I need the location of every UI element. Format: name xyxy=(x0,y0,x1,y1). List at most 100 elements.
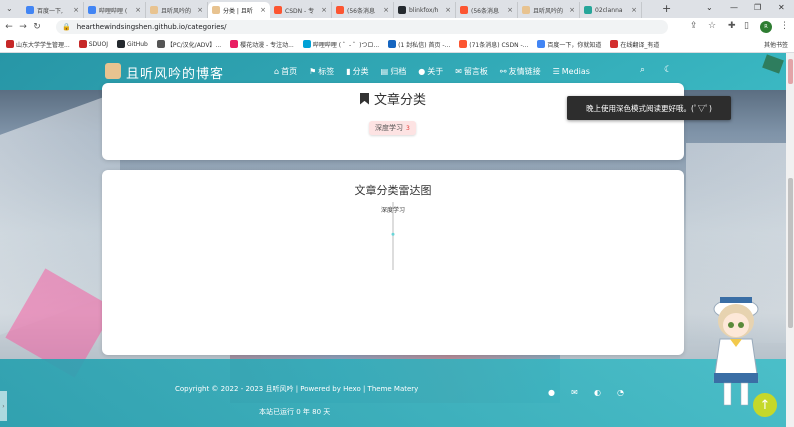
tab-9[interactable]: 02clanna × xyxy=(580,2,642,18)
tab-1[interactable]: 哔哩哔哩 (× xyxy=(84,2,146,18)
dark-mode-icon[interactable]: ☾ xyxy=(664,65,672,75)
bookmark-item[interactable]: SDUOJ xyxy=(78,40,108,48)
qq-icon[interactable]: ◐ xyxy=(592,387,603,398)
bookmark-item[interactable]: (1 封私信) 首页 -... xyxy=(388,40,450,49)
tab-title[interactable]: 哔哩哔哩 ( xyxy=(99,6,132,15)
github-icon[interactable]: ● xyxy=(546,387,557,398)
tab-title[interactable]: 分类 | 且听 xyxy=(223,6,257,15)
nav-label[interactable]: Medias xyxy=(562,67,590,76)
tab-title[interactable]: 且听风吟的 xyxy=(161,6,194,15)
bookmark-item[interactable]: 【PC/汉化/ADV】... xyxy=(156,40,221,49)
bookmark-label[interactable]: 百度一下，你就知道 xyxy=(547,40,601,49)
close-tab-icon[interactable]: × xyxy=(507,6,513,14)
minimize-icon[interactable]: — xyxy=(730,3,738,12)
nav-item-0[interactable]: ⌂ 首页 xyxy=(274,66,297,77)
nav-item-7[interactable]: ☰ Medias xyxy=(553,66,590,77)
close-tab-icon[interactable]: × xyxy=(260,6,266,14)
close-tab-icon[interactable]: × xyxy=(135,6,141,14)
rss-icon[interactable]: ◔ xyxy=(615,387,626,398)
bookmark-item[interactable]: 哔哩哔哩 ( ゜- ゜)つロ... xyxy=(302,40,379,49)
bookmark-label[interactable]: GitHub xyxy=(127,41,148,48)
bookmark-label[interactable]: (71条消息) CSDN -... xyxy=(469,40,528,49)
nav-label[interactable]: 首页 xyxy=(281,66,297,77)
bookmark-label[interactable]: (1 封私信) 首页 -... xyxy=(398,40,450,49)
close-tab-icon[interactable]: × xyxy=(321,6,327,14)
search-icon[interactable]: ⌕ xyxy=(640,65,645,75)
bookmark-label[interactable]: 【PC/汉化/ADV】... xyxy=(167,40,221,49)
nav-label[interactable]: 留言板 xyxy=(464,66,488,77)
menu-icon[interactable]: ⋮ xyxy=(780,21,789,31)
tab-3[interactable]: 分类 | 且听 × xyxy=(208,2,270,18)
category-name[interactable]: 深度学习 xyxy=(375,123,403,133)
maximize-icon[interactable]: ❐ xyxy=(754,3,761,12)
tab-title[interactable]: blinkfox/h xyxy=(409,7,442,14)
bookmark-label[interactable]: 在线翻译_有道 xyxy=(620,40,659,49)
mail-icon[interactable]: ✉ xyxy=(569,387,580,398)
address-bar[interactable]: 🔒 hearthewindsingshen.github.io/categori… xyxy=(56,20,668,34)
close-tab-icon[interactable]: × xyxy=(383,6,389,14)
left-arrow-icon[interactable]: › xyxy=(0,391,7,421)
tab-4[interactable]: CSDN - 专 × xyxy=(270,2,332,18)
tab-6[interactable]: blinkfox/h × xyxy=(394,2,456,18)
tab-title[interactable]: 且听风吟的 xyxy=(533,6,566,15)
close-tab-icon[interactable]: × xyxy=(631,6,637,14)
tab-5[interactable]: (56条消息 × xyxy=(332,2,394,18)
github-corner[interactable] xyxy=(762,54,784,74)
nav-item-1[interactable]: ⚑ 标签 xyxy=(309,66,334,77)
bookmark-label[interactable]: 樱花动漫 - 专注动... xyxy=(240,40,294,49)
bookmark-item[interactable]: (71条消息) CSDN -... xyxy=(459,40,528,49)
nav-label[interactable]: 关于 xyxy=(427,66,443,77)
category-chip[interactable]: 深度学习 3 xyxy=(369,121,416,135)
share-icon[interactable]: ⇪ xyxy=(690,21,698,31)
nav-label[interactable]: 归档 xyxy=(390,66,406,77)
nav-label[interactable]: 友情链接 xyxy=(509,66,541,77)
nav-item-6[interactable]: ⚯ 友情链接 xyxy=(500,66,541,77)
bookmark-item[interactable]: 百度一下，你就知道 xyxy=(537,40,601,49)
other-bookmarks[interactable]: 其他书签 xyxy=(764,40,788,49)
bookmark-item[interactable]: 樱花动漫 - 专注动... xyxy=(230,40,294,49)
extensions-icon[interactable]: ✚ xyxy=(728,21,736,31)
tab-0[interactable]: 百度一下, × xyxy=(22,2,84,18)
tab-title[interactable]: (56条消息 xyxy=(471,6,504,15)
close-tab-icon[interactable]: × xyxy=(73,6,79,14)
tab-search-icon[interactable]: ⌄ xyxy=(6,4,13,13)
bookmark-item[interactable]: GitHub xyxy=(117,40,148,48)
tab-8[interactable]: 且听风吟的 × xyxy=(518,2,580,18)
tab-7[interactable]: (56条消息 × xyxy=(456,2,518,18)
reload-icon[interactable]: ↻ xyxy=(30,22,44,32)
new-tab-button[interactable]: + xyxy=(662,2,671,15)
bookmark-label[interactable]: 山东大学学生管理... xyxy=(16,40,70,49)
bookmark-item[interactable]: 山东大学学生管理... xyxy=(6,40,70,49)
back-icon[interactable]: ← xyxy=(2,22,16,32)
nav-item-3[interactable]: ▤ 归档 xyxy=(381,66,407,77)
forward-icon[interactable]: → xyxy=(16,22,30,32)
star-icon[interactable]: ☆ xyxy=(708,21,716,31)
close-window-icon[interactable]: ✕ xyxy=(778,3,785,12)
bookmark-label[interactable]: SDUOJ xyxy=(89,41,108,48)
tab-title[interactable]: 百度一下, xyxy=(37,6,70,15)
profile-avatar[interactable]: R xyxy=(760,21,772,33)
close-tab-icon[interactable]: × xyxy=(445,6,451,14)
back-to-top-button[interactable]: ↑ xyxy=(753,393,777,417)
site-logo[interactable] xyxy=(105,63,121,79)
close-tab-icon[interactable]: × xyxy=(569,6,575,14)
sidepanel-icon[interactable]: ▯ xyxy=(744,21,749,31)
url-text[interactable]: hearthewindsingshen.github.io/categories… xyxy=(77,23,227,31)
nav-item-2[interactable]: ▮ 分类 xyxy=(346,66,368,77)
close-tab-icon[interactable]: × xyxy=(197,6,203,14)
nav-item-4[interactable]: ● 关于 xyxy=(418,66,443,77)
live2d-mascot[interactable] xyxy=(700,281,772,409)
nav-label[interactable]: 标签 xyxy=(318,66,334,77)
bookmark-label[interactable]: 哔哩哔哩 ( ゜- ゜)つロ... xyxy=(313,40,379,49)
tab-2[interactable]: 且听风吟的 × xyxy=(146,2,208,18)
nav-label[interactable]: 分类 xyxy=(353,66,369,77)
scrollbar-thumb[interactable] xyxy=(788,178,793,328)
nav-item-5[interactable]: ✉ 留言板 xyxy=(455,66,488,77)
tab-title[interactable]: CSDN - 专 xyxy=(285,6,318,15)
tab-menu-icon[interactable]: ⌄ xyxy=(706,3,713,12)
tab-title[interactable]: 02clanna xyxy=(595,7,628,14)
tab-title[interactable]: (56条消息 xyxy=(347,6,380,15)
site-title[interactable]: 且听风吟的博客 xyxy=(126,63,224,82)
bookmark-item[interactable]: 在线翻译_有道 xyxy=(610,40,659,49)
lock-icon[interactable]: 🔒 xyxy=(62,23,71,31)
